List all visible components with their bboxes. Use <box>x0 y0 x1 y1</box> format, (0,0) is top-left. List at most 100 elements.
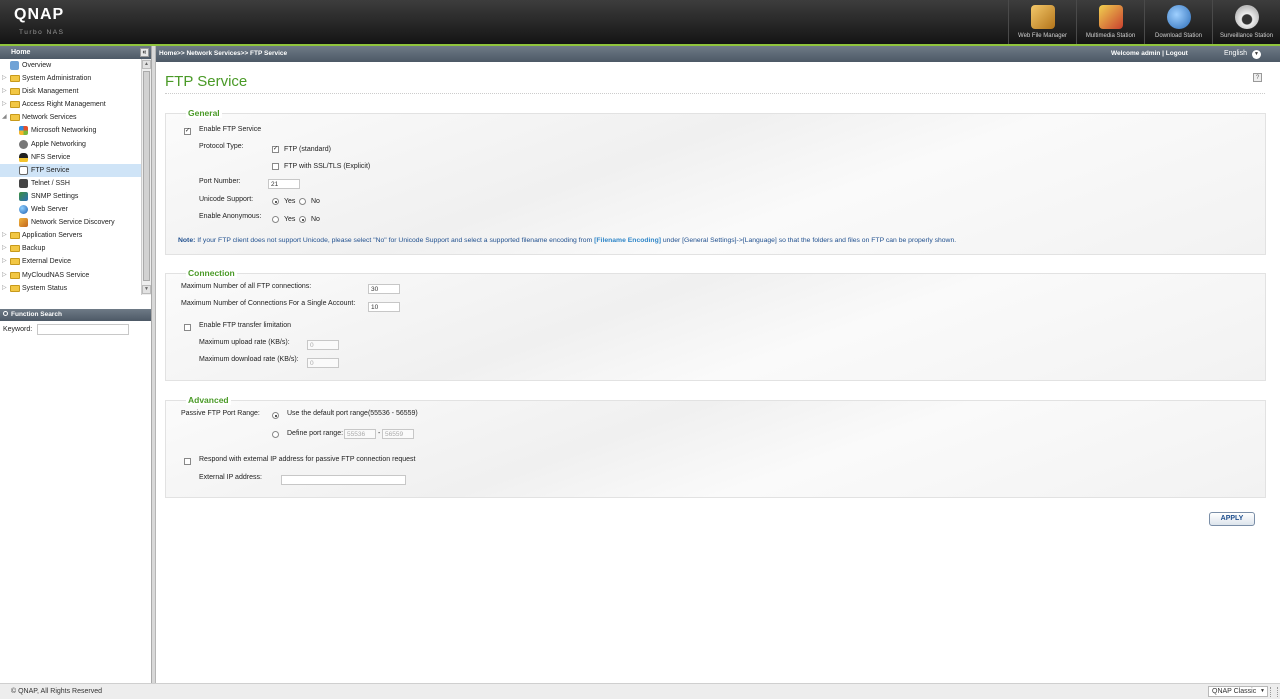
theme-selector[interactable]: QNAP Classic ▼ <box>1208 686 1268 697</box>
expand-arrow-icon[interactable]: ▷ <box>2 269 7 282</box>
port-range-end-input[interactable] <box>382 429 414 439</box>
anonymous-no-radio[interactable] <box>299 216 306 223</box>
welcome-logout-link[interactable]: Welcome admin | Logout <box>1111 46 1188 62</box>
port-range-start-input[interactable] <box>344 429 376 439</box>
sidebar-item-label: Disk Management <box>22 88 79 96</box>
ftp-ssl-checkbox[interactable] <box>272 163 279 170</box>
scroll-thumb[interactable] <box>143 71 150 281</box>
expand-arrow-icon[interactable]: ▷ <box>2 85 7 98</box>
max-single-account-input[interactable] <box>368 302 400 312</box>
filename-encoding-link[interactable]: [Filename Encoding] <box>594 237 661 244</box>
top-bar: Home>> Network Services>> FTP Service We… <box>156 46 1280 62</box>
sidebar-item-web-server[interactable]: Web Server <box>0 203 151 216</box>
home-label[interactable]: Home <box>3 49 30 56</box>
sidebar-item-snmp-settings[interactable]: SNMP Settings <box>0 190 151 203</box>
download-icon <box>1167 5 1191 29</box>
scroll-up-icon[interactable]: ▲ <box>142 60 151 69</box>
general-section: General ✓ Enable FTP Service Protocol Ty… <box>165 108 1266 255</box>
sidebar-item-network-service-discovery[interactable]: Network Service Discovery <box>0 216 151 229</box>
protocol-type-label: Protocol Type: <box>199 143 244 150</box>
sidebar-item-nfs-service[interactable]: NFS Service <box>0 151 151 164</box>
folder-icon <box>10 245 20 253</box>
folder-icon <box>10 101 20 109</box>
define-port-range-radio[interactable] <box>272 431 279 438</box>
unicode-yes-label: Yes <box>284 198 296 205</box>
expand-arrow-icon[interactable]: ▷ <box>2 282 7 295</box>
sidebar-item-ftp-service[interactable]: FTP Service <box>0 163 151 177</box>
section-title-general: General <box>186 108 222 118</box>
surveillance-station-button[interactable]: Surveillance Station <box>1212 0 1280 44</box>
tree-scrollbar[interactable]: ▲ ▼ <box>141 59 151 295</box>
sidebar-item-apple-networking[interactable]: Apple Networking <box>0 138 151 151</box>
chevron-down-icon[interactable]: ▼ <box>1252 50 1261 59</box>
sidebar-item-label: System Status <box>22 284 68 292</box>
app-label: Surveillance Station <box>1219 33 1274 39</box>
help-icon[interactable]: ? <box>1253 73 1262 82</box>
sidebar-item-overview[interactable]: Overview <box>0 59 151 72</box>
chevron-down-icon: ▼ <box>1260 688 1265 694</box>
download-station-button[interactable]: Download Station <box>1144 0 1212 44</box>
sidebar-item-telnet-ssh[interactable]: Telnet / SSH <box>0 177 151 190</box>
language-selector[interactable]: English <box>1224 46 1247 62</box>
external-ip-input[interactable] <box>281 475 406 485</box>
sidebar-item-disk-management[interactable]: ▷ Disk Management <box>0 85 151 98</box>
sidebar-item-system-status[interactable]: ▷ System Status <box>0 282 151 295</box>
resize-grip-icon[interactable] <box>1270 687 1278 697</box>
sidebar-item-microsoft-networking[interactable]: Microsoft Networking <box>0 124 151 137</box>
expand-arrow-icon[interactable]: ▷ <box>2 98 7 111</box>
anonymous-yes-radio[interactable] <box>272 216 279 223</box>
expand-arrow-icon[interactable]: ▷ <box>2 72 7 85</box>
sidebar-item-application-servers[interactable]: ▷ Application Servers <box>0 229 151 242</box>
port-number-input[interactable] <box>268 179 300 189</box>
sidebar-item-backup[interactable]: ▷ Backup <box>0 242 151 255</box>
default-port-range-radio[interactable] <box>272 412 279 419</box>
unicode-note: Note: If your FTP client does not suppor… <box>178 237 956 244</box>
app-label: Multimedia Station <box>1085 33 1136 39</box>
sidebar-item-access-right-management[interactable]: ▷ Access Right Management <box>0 98 151 111</box>
snmp-icon <box>19 191 28 201</box>
sidebar-item-mycloudnas-service[interactable]: ▷ MyCloudNAS Service <box>0 269 151 282</box>
max-connections-input[interactable] <box>368 284 400 294</box>
ftp-standard-checkbox[interactable]: ✓ <box>272 146 279 153</box>
apple-icon <box>19 139 28 149</box>
discovery-icon <box>19 218 28 228</box>
sidebar-item-system-administration[interactable]: ▷ System Administration <box>0 72 151 85</box>
default-port-range-label: Use the default port range(55536 - 56559… <box>287 410 418 417</box>
expand-arrow-icon[interactable]: ▷ <box>2 229 7 242</box>
page-title: FTP Service <box>165 73 248 90</box>
qnap-logo: QNAP <box>14 6 65 23</box>
breadcrumb: Home>> Network Services>> FTP Service <box>159 50 288 57</box>
sidebar-item-external-device[interactable]: ▷ External Device <box>0 255 151 268</box>
overview-icon <box>10 61 19 70</box>
sidebar-item-label: System Administration <box>22 75 92 83</box>
note-prefix: Note: <box>178 237 196 244</box>
multimedia-station-button[interactable]: Multimedia Station <box>1076 0 1144 44</box>
unicode-yes-radio[interactable] <box>272 198 279 205</box>
scroll-down-icon[interactable]: ▼ <box>142 285 151 294</box>
main-content: Home>> Network Services>> FTP Service We… <box>156 46 1280 683</box>
sidebar-item-label: Access Right Management <box>22 101 106 109</box>
sidebar-item-label: MyCloudNAS Service <box>22 271 90 279</box>
web-file-manager-button[interactable]: Web File Manager <box>1008 0 1076 44</box>
download-rate-input[interactable] <box>307 358 339 368</box>
unicode-no-radio[interactable] <box>299 198 306 205</box>
sidebar-item-label: Apple Networking <box>31 140 86 148</box>
collapse-sidebar-button[interactable]: « <box>140 48 149 57</box>
transfer-limit-checkbox[interactable] <box>184 324 191 331</box>
copyright-text: © QNAP, All Rights Reserved <box>11 688 103 695</box>
logo-subtitle: Turbo NAS <box>19 29 65 36</box>
apply-button[interactable]: APPLY <box>1209 512 1255 526</box>
unicode-no-label: No <box>311 198 320 205</box>
external-ip-checkbox[interactable] <box>184 458 191 465</box>
ftp-ssl-label: FTP with SSL/TLS (Explicit) <box>284 163 371 170</box>
folder-icon <box>10 271 20 279</box>
sidebar-item-network-services[interactable]: ◢ Network Services <box>0 111 151 124</box>
keyword-input[interactable] <box>37 324 129 335</box>
collapse-arrow-icon[interactable]: ◢ <box>2 111 7 124</box>
upload-rate-input[interactable] <box>307 340 339 350</box>
linux-icon <box>19 152 28 162</box>
expand-arrow-icon[interactable]: ▷ <box>2 242 7 255</box>
note-text-end: under [General Settings]->[Language] so … <box>660 237 957 244</box>
enable-ftp-checkbox[interactable]: ✓ <box>184 128 191 135</box>
expand-arrow-icon[interactable]: ▷ <box>2 255 7 268</box>
